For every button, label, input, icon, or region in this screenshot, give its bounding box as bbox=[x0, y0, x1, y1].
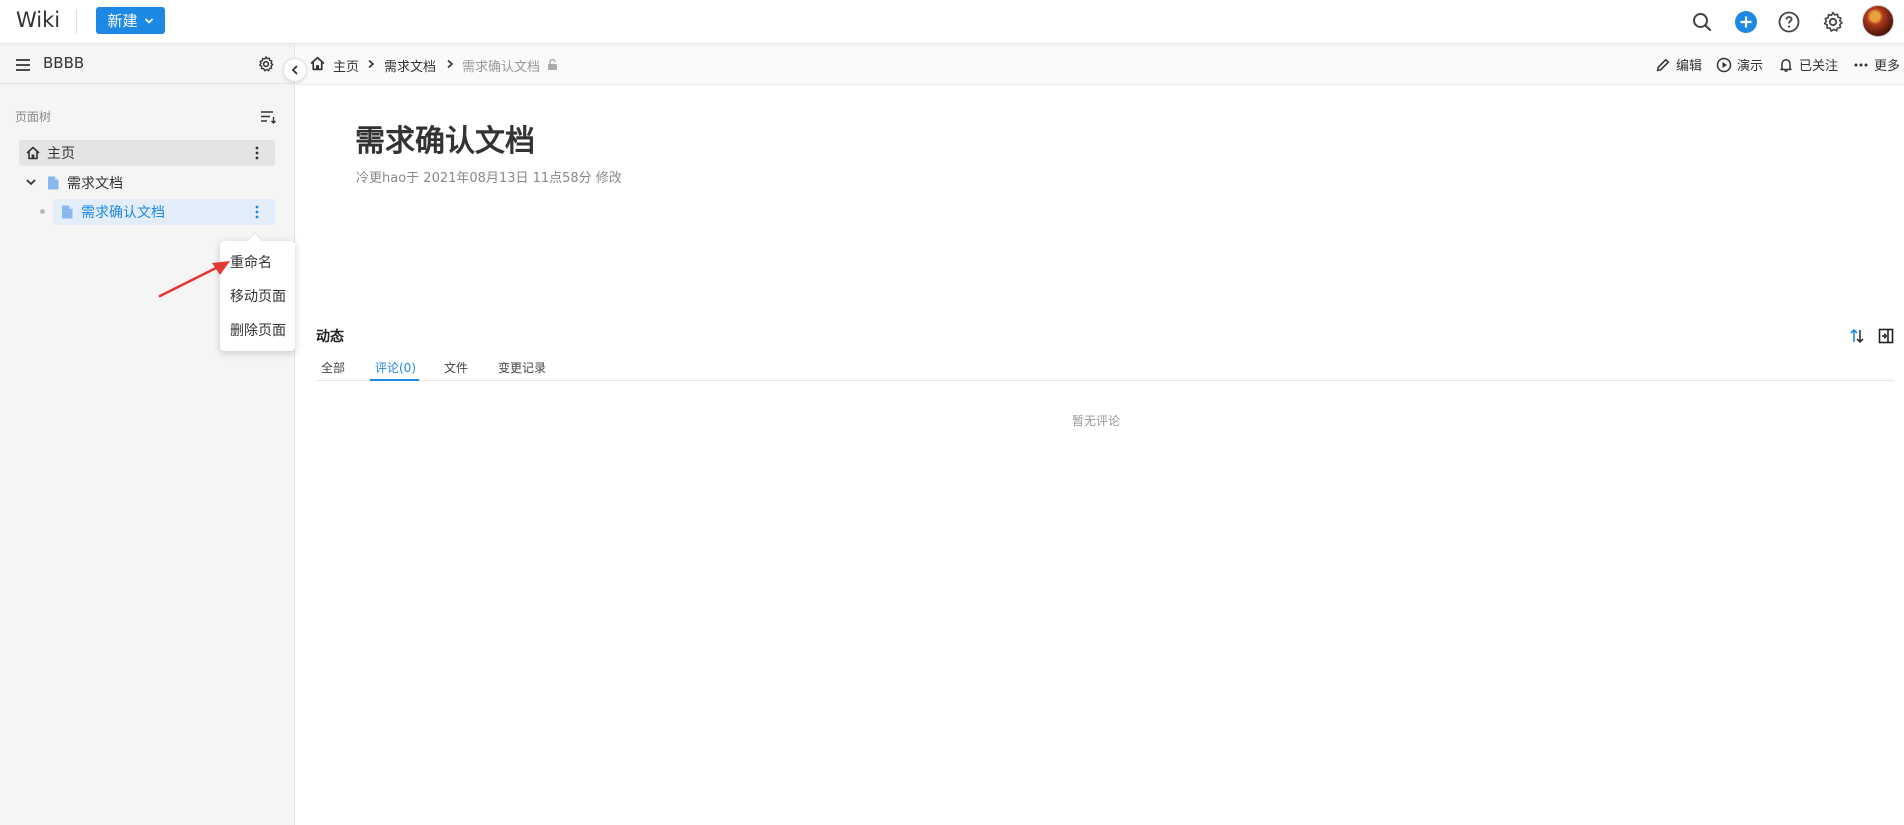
tab-all[interactable]: 全部 bbox=[321, 359, 345, 376]
tab-changelog[interactable]: 变更记录 bbox=[498, 359, 546, 376]
tree-item-req-confirm-doc[interactable]: 需求确认文档 bbox=[53, 199, 275, 225]
tree-bullet bbox=[40, 209, 45, 214]
follow-button[interactable]: 已关注 bbox=[1778, 55, 1838, 74]
tab-comments[interactable]: 评论(0) bbox=[375, 359, 416, 376]
activity-title: 动态 bbox=[316, 329, 344, 345]
tree-item-label: 需求文档 bbox=[67, 176, 123, 192]
present-label: 演示 bbox=[1737, 59, 1764, 74]
active-tab-indicator bbox=[370, 379, 419, 381]
lock-icon[interactable] bbox=[546, 58, 559, 71]
home-icon[interactable] bbox=[309, 55, 326, 72]
chevron-right-icon bbox=[447, 59, 454, 69]
new-button-label: 新建 bbox=[107, 12, 138, 30]
add-circle-icon[interactable] bbox=[1732, 8, 1760, 36]
more-vertical-icon[interactable] bbox=[249, 145, 265, 161]
more-button[interactable]: 更多 bbox=[1853, 55, 1900, 74]
sidebar-header: BBBB bbox=[0, 45, 295, 84]
edit-label: 编辑 bbox=[1676, 59, 1703, 74]
breadcrumb-home[interactable]: 主页 bbox=[333, 56, 359, 75]
tree-item-label: 需求确认文档 bbox=[81, 205, 165, 221]
settings-icon[interactable] bbox=[1819, 8, 1847, 36]
collapse-sidebar-button[interactable] bbox=[283, 58, 307, 82]
tree-item-req-docs[interactable]: 需求文档 bbox=[19, 170, 275, 196]
panel-icon[interactable] bbox=[1878, 328, 1894, 344]
edit-icon bbox=[1656, 58, 1670, 71]
app-title[interactable]: Wiki bbox=[16, 8, 60, 32]
main-header: 主页 需求文档 需求确认文档 编辑 演示 已关注 更多 bbox=[296, 45, 1904, 85]
document-icon bbox=[62, 205, 73, 219]
play-icon bbox=[1716, 57, 1732, 72]
breadcrumb-parent[interactable]: 需求文档 bbox=[384, 56, 436, 75]
edit-button[interactable]: 编辑 bbox=[1655, 55, 1702, 74]
help-icon[interactable] bbox=[1775, 8, 1803, 36]
tabs-divider bbox=[316, 380, 1894, 381]
more-label: 更多 bbox=[1874, 59, 1901, 74]
search-icon[interactable] bbox=[1688, 8, 1716, 36]
empty-comments-text: 暂无评论 bbox=[1072, 414, 1121, 428]
home-icon bbox=[26, 146, 40, 160]
page-title: 需求确认文档 bbox=[355, 124, 535, 159]
bell-icon bbox=[1780, 58, 1792, 72]
sort-arrows-icon[interactable] bbox=[1848, 327, 1866, 345]
follow-label: 已关注 bbox=[1799, 59, 1839, 74]
tree-item-home[interactable]: 主页 bbox=[19, 140, 275, 166]
chevron-right-icon bbox=[368, 59, 375, 69]
space-name: BBBB bbox=[43, 54, 85, 72]
menu-item-delete-page[interactable]: 删除页面 bbox=[230, 320, 286, 340]
page-tree-label: 页面树 bbox=[15, 110, 52, 124]
chevron-down-icon bbox=[144, 17, 153, 24]
sidebar: BBBB 页面树 主页 需求文档 需求确认文档 bbox=[0, 45, 295, 825]
present-button[interactable]: 演示 bbox=[1716, 55, 1763, 74]
top-divider bbox=[76, 10, 77, 34]
sort-icon[interactable] bbox=[259, 108, 277, 126]
top-bar: Wiki 新建 bbox=[0, 0, 1904, 44]
avatar[interactable] bbox=[1862, 5, 1894, 37]
document-icon bbox=[48, 176, 59, 190]
more-horizontal-icon bbox=[1854, 63, 1868, 66]
page-meta: 冷更hao于 2021年08月13日 11点58分 修改 bbox=[356, 171, 622, 186]
more-vertical-icon[interactable] bbox=[249, 204, 265, 220]
menu-icon[interactable] bbox=[14, 56, 32, 74]
tab-files[interactable]: 文件 bbox=[444, 359, 468, 376]
breadcrumb-current: 需求确认文档 bbox=[462, 60, 541, 75]
tree-item-label: 主页 bbox=[47, 146, 75, 162]
new-button[interactable]: 新建 bbox=[96, 7, 165, 34]
annotation-arrow bbox=[158, 261, 230, 298]
chevron-left-icon bbox=[291, 65, 298, 75]
gear-icon[interactable] bbox=[257, 55, 275, 73]
